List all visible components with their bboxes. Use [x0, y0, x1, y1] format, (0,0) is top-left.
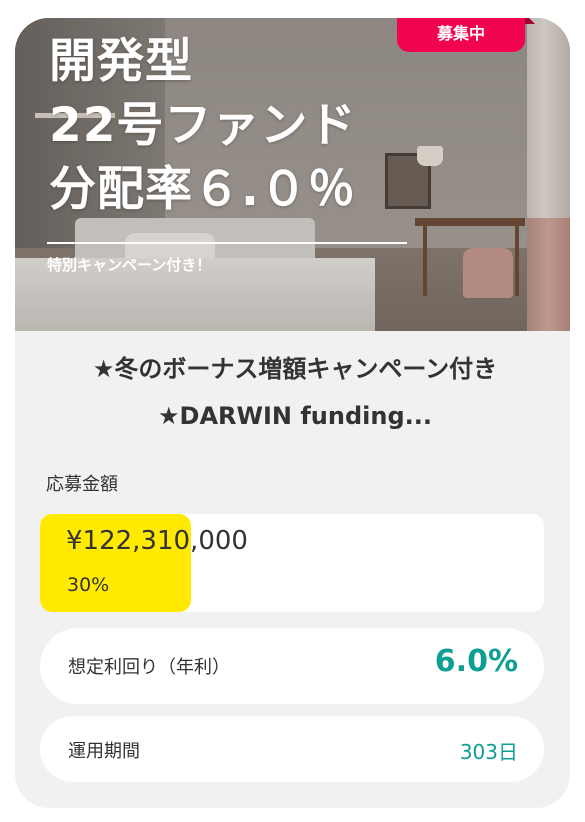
hero-title: 開発型 22号ファンド 分配率６.０％ [49, 30, 356, 222]
hero-divider [47, 242, 407, 244]
hero-title-line: 分配率６.０％ [49, 162, 356, 217]
expected-yield-row: 想定利回り（年利） 6.0% [40, 628, 544, 704]
fund-card[interactable]: 開発型 22号ファンド 分配率６.０％ 特別キャンペーン付き！ 募集中 ★冬のボ… [15, 18, 570, 808]
hero-title-line: 開発型 [49, 34, 193, 89]
fund-name[interactable]: ★冬のボーナス増額キャンペーン付き★DARWIN funding... [50, 346, 540, 440]
hero-subtitle: 特別キャンペーン付き！ [47, 256, 212, 274]
expected-yield-label: 想定利回り（年利） [68, 657, 230, 678]
badge-fold [525, 18, 535, 24]
status-badge: 募集中 [397, 18, 525, 52]
term-value: 303日 [459, 740, 518, 764]
term-label: 運用期間 [68, 741, 140, 762]
expected-yield-value: 6.0% [434, 644, 518, 679]
amount-percent: 30% [67, 574, 110, 596]
amount-value: ¥122,310,000 [66, 526, 248, 556]
amount-label: 応募金額 [46, 474, 118, 495]
term-row: 運用期間 303日 [40, 716, 544, 782]
amount-progress-box: ¥122,310,000 30% [40, 514, 544, 612]
hero-title-line: 22号ファンド [49, 98, 357, 153]
hero-image[interactable]: 開発型 22号ファンド 分配率６.０％ 特別キャンペーン付き！ [15, 18, 570, 331]
